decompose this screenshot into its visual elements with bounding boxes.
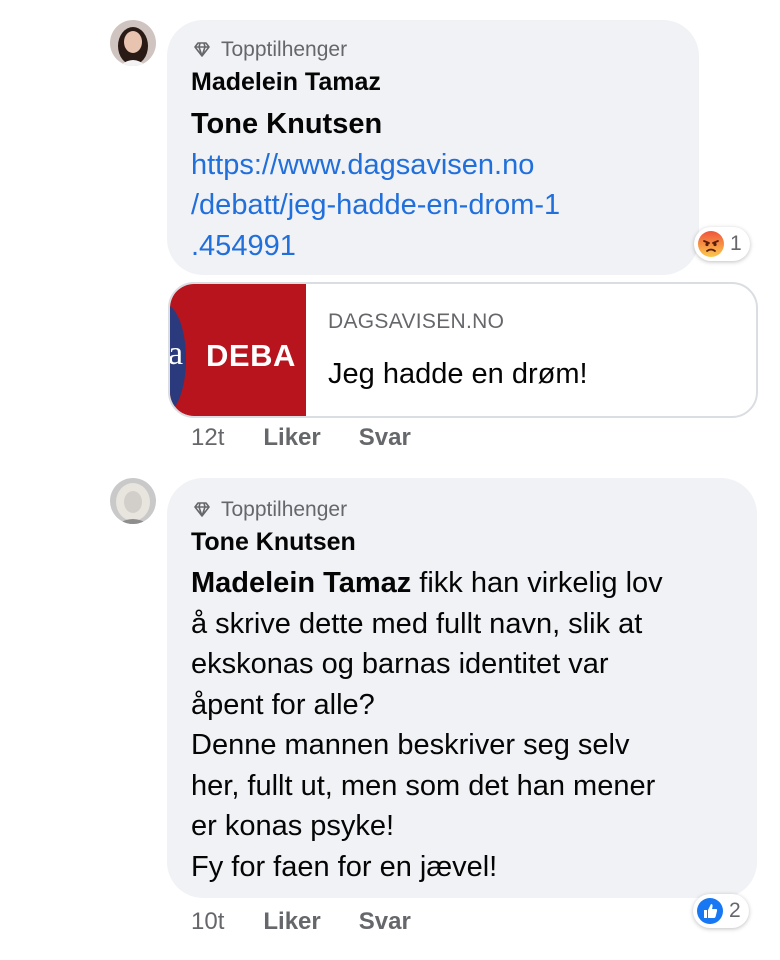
avatar[interactable]	[110, 478, 156, 524]
thumbnail-logo: a	[170, 335, 183, 373]
badge-label: Topptilhenger	[221, 498, 348, 521]
top-fan-badge: Topptilhenger	[191, 38, 347, 62]
text-line: er konas psyke!	[191, 810, 395, 842]
like-button[interactable]: Liker	[263, 908, 320, 936]
comment-text: Madelein Tamaz fikk han virkelig lov å s…	[191, 563, 751, 887]
angry-emoji-icon	[698, 231, 724, 257]
link-line[interactable]: https://www.dagsavisen.no	[191, 145, 560, 186]
preview-domain: DAGSAVISEN.NO	[328, 310, 505, 333]
badge-label: Topptilhenger	[221, 38, 348, 61]
link-line[interactable]: /debatt/jeg-hadde-en-drom-1	[191, 185, 560, 226]
text-line: åpent for alle?	[191, 688, 375, 721]
reaction-count: 2	[729, 899, 741, 922]
comment-author[interactable]: Madelein Tamaz	[191, 68, 381, 97]
mention-link[interactable]: Tone Knutsen	[191, 104, 560, 145]
reply-button[interactable]: Svar	[359, 424, 411, 452]
link-preview-card[interactable]: a DEBA DAGSAVISEN.NO Jeg hadde en drøm!	[168, 282, 758, 418]
text-line: Denne mannen beskriver seg selv	[191, 729, 630, 761]
text-line: ekskonas og barnas identitet var	[191, 648, 609, 680]
comment-author[interactable]: Tone Knutsen	[191, 528, 356, 557]
comment-actions: 12t Liker Svar	[191, 424, 411, 452]
diamond-icon	[194, 502, 210, 517]
comment-time[interactable]: 10t	[191, 908, 224, 936]
top-fan-badge: Topptilhenger	[191, 498, 347, 522]
like-button[interactable]: Liker	[263, 424, 320, 452]
text-line: fikk han virkelig lov	[411, 567, 663, 599]
comment-time[interactable]: 12t	[191, 424, 224, 452]
link-preview-thumbnail: a DEBA	[170, 284, 306, 416]
preview-title: Jeg hadde en drøm!	[328, 358, 588, 390]
text-line: her, fullt ut, men som det han mener	[191, 769, 656, 802]
like-icon	[697, 898, 723, 924]
comment-actions: 10t Liker Svar	[191, 908, 411, 936]
avatar[interactable]	[110, 20, 156, 66]
comment-link[interactable]: https://www.dagsavisen.no /debatt/jeg-ha…	[191, 145, 560, 267]
diamond-icon	[194, 42, 210, 57]
reaction-summary[interactable]: 2	[693, 894, 749, 928]
thumbnail-text: DEBA	[206, 338, 296, 373]
link-line[interactable]: .454991	[191, 226, 560, 267]
comment-bubble: Topptilhenger Tone Knutsen Madelein Tama…	[167, 478, 757, 898]
comment-text: Tone Knutsen https://www.dagsavisen.no /…	[191, 104, 560, 266]
reply-button[interactable]: Svar	[359, 908, 411, 936]
text-line: Fy for faen for en jævel!	[191, 850, 498, 883]
reaction-summary[interactable]: 1	[694, 227, 750, 261]
text-line: å skrive dette med fullt navn, slik at	[191, 607, 643, 640]
reaction-count: 1	[730, 232, 742, 255]
comment-bubble: Topptilhenger Madelein Tamaz Tone Knutse…	[167, 20, 699, 275]
mention-link[interactable]: Madelein Tamaz	[191, 567, 411, 599]
